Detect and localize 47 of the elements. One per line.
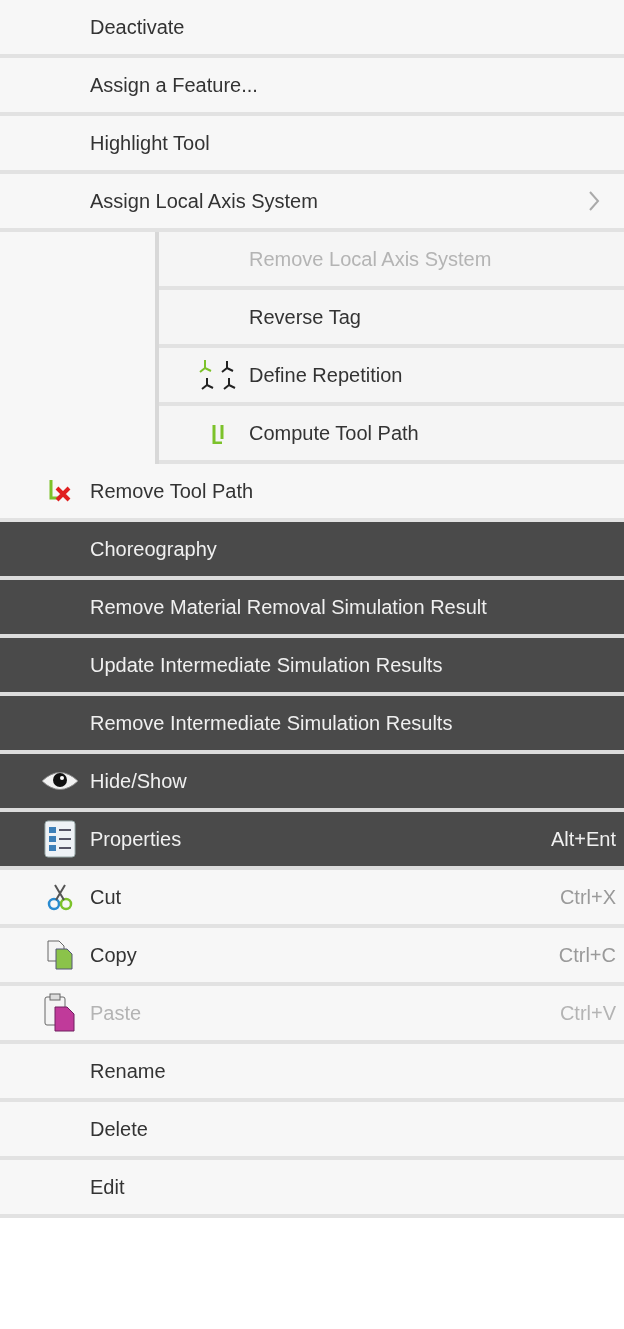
- menu-item-label: Remove Intermediate Simulation Results: [90, 711, 454, 736]
- menu-item[interactable]: Compute Tool Path: [159, 406, 624, 464]
- menu-item[interactable]: Delete: [0, 1102, 624, 1160]
- menu-item[interactable]: Remove Intermediate Simulation Results: [0, 696, 624, 754]
- menu-item[interactable]: Copy Ctrl+C: [0, 928, 624, 986]
- menu-item-label: Update Intermediate Simulation Results: [90, 653, 444, 678]
- menu-item-label: Delete: [90, 1117, 149, 1142]
- tool-path-icon: [212, 422, 226, 444]
- menu-item-label: Properties: [90, 827, 183, 852]
- menu-item-label: Remove Local Axis System: [249, 247, 493, 272]
- menu-item-label: Edit: [90, 1175, 126, 1200]
- menu-item-label: Rename: [90, 1059, 167, 1084]
- properties-icon: [44, 820, 76, 858]
- menu-item-label: Remove Tool Path: [90, 479, 255, 504]
- menu-item-label: Compute Tool Path: [249, 421, 420, 446]
- menu-item[interactable]: Deactivate: [0, 0, 624, 58]
- menu-item-label: Define Repetition: [249, 363, 404, 388]
- menu-item[interactable]: Cut Ctrl+X: [0, 870, 624, 928]
- paste-icon: [43, 993, 77, 1033]
- shortcut-label: Ctrl+C: [558, 943, 617, 968]
- menu-item-label: Highlight Tool: [90, 131, 211, 156]
- shortcut-label: Alt+Ent: [550, 827, 617, 852]
- menu-item[interactable]: Update Intermediate Simulation Results: [0, 638, 624, 696]
- menu-item[interactable]: Assign a Feature...: [0, 58, 624, 116]
- menu-item[interactable]: Highlight Tool: [0, 116, 624, 174]
- menu-item[interactable]: Rename: [0, 1044, 624, 1102]
- menu-item[interactable]: Remove Material Removal Simulation Result: [0, 580, 624, 638]
- shortcut-label: Ctrl+X: [559, 885, 617, 910]
- menu-item-label: Hide/Show: [90, 769, 188, 794]
- shortcut-label: Ctrl+V: [559, 1001, 617, 1026]
- menu-item-label: Assign Local Axis System: [90, 189, 319, 214]
- chevron-icon: [588, 190, 600, 212]
- menu-item[interactable]: Define Repetition: [159, 348, 624, 406]
- menu-item-label: Assign a Feature...: [90, 73, 259, 98]
- menu-item[interactable]: Choreography: [0, 522, 624, 580]
- menu-item-label: Cut: [90, 885, 123, 910]
- menu-item-label: Reverse Tag: [249, 305, 362, 330]
- menu-item[interactable]: Hide/Show: [0, 754, 624, 812]
- scissors-icon: [45, 882, 75, 912]
- menu-item-label: Paste: [90, 1001, 143, 1026]
- menu-item-label: Deactivate: [90, 15, 186, 40]
- menu-item-label: Choreography: [90, 537, 218, 562]
- copy-icon: [45, 939, 75, 971]
- menu-item-label: Copy: [90, 943, 138, 968]
- menu-item[interactable]: Edit: [0, 1160, 624, 1218]
- menu-item[interactable]: Reverse Tag: [159, 290, 624, 348]
- menu-item-label: Remove Material Removal Simulation Result: [90, 595, 488, 620]
